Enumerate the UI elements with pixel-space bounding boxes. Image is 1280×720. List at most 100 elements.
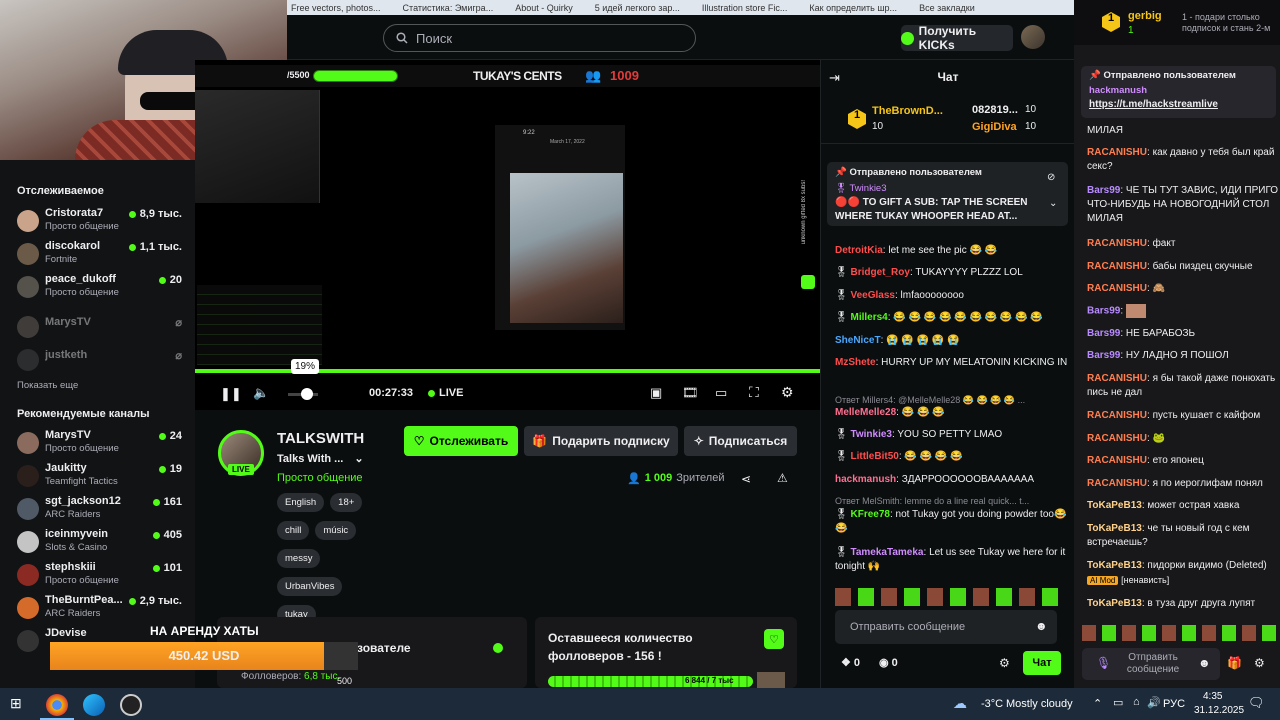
subscribe-button[interactable]: ✧ Подписаться — [684, 426, 797, 456]
sidebar-channel[interactable]: iceinmyvein Slots & Casino 405 — [17, 527, 187, 559]
fullscreen-icon[interactable]: ⛶ — [749, 384, 759, 401]
chat-settings-icon[interactable]: ⚙ — [999, 656, 1010, 670]
chat-user[interactable]: SheNiceT — [835, 335, 881, 346]
chat-user[interactable]: RACANISHU — [1087, 373, 1147, 384]
chat-user[interactable]: VeeGlass — [850, 290, 894, 301]
send-chat-button[interactable]: Чат — [1023, 651, 1061, 675]
chevron-down-icon[interactable]: ⌄ — [1049, 198, 1057, 209]
chat-user[interactable]: Twinkie3 — [850, 429, 892, 440]
emoji-icon[interactable]: ☻ — [1035, 619, 1048, 633]
chat-user[interactable]: RACANISHU — [1087, 147, 1147, 158]
clock-time[interactable]: 4:35 — [1203, 691, 1222, 702]
chat-user[interactable]: Bars99 — [1087, 350, 1120, 361]
chat-user[interactable]: ToKaPeB13 — [1087, 560, 1142, 571]
sidebar-channel[interactable]: peace_dukoff Просто общение 20 — [17, 272, 187, 304]
sidebar-channel[interactable]: Jaukitty Teamfight Tactics 19 — [17, 461, 187, 493]
chat-user[interactable]: RACANISHU — [1087, 283, 1147, 294]
chat-user[interactable]: Bars99 — [1087, 328, 1120, 339]
bookmark[interactable]: 5 идей легкого зар... — [595, 3, 680, 13]
heart-icon[interactable]: ♡ — [764, 629, 784, 649]
language-indicator[interactable]: РУС — [1163, 698, 1185, 710]
chrome-icon[interactable] — [46, 694, 68, 716]
chat-user[interactable]: Bridget_Roy — [850, 267, 909, 278]
emoji-icon[interactable]: ☻ — [1198, 656, 1211, 670]
sidebar-channel[interactable]: MarysTV Просто общение 24 — [17, 428, 187, 460]
video-player[interactable]: /5500 TUKAY'S CENTS 👥 1009 9:22 March 17… — [195, 60, 820, 410]
volume-icon[interactable]: 🔈 — [253, 385, 269, 401]
obs-icon[interactable] — [120, 694, 142, 716]
report-icon[interactable]: ⚠ — [777, 471, 788, 485]
settings-icon[interactable]: ⚙ — [1254, 656, 1265, 670]
channel-name[interactable]: TALKSWITH — [277, 430, 364, 447]
sidebar-channel[interactable]: TheBurntPea... ARC Raiders 2,9 тыс. — [17, 593, 187, 625]
unpin-icon[interactable]: ⊘ — [1047, 172, 1055, 183]
stream-title[interactable]: Talks With ... ⌄ — [277, 452, 364, 465]
sidebar-channel[interactable]: Cristorata7 Просто общение 8,9 тыс. — [17, 206, 187, 238]
tag[interactable]: chill — [277, 521, 310, 540]
search-input[interactable]: Поиск — [383, 24, 696, 52]
sidebar-channel[interactable]: discokarol Fortnite 1,1 тыс. — [17, 239, 187, 271]
clip-icon[interactable]: 🎞 — [682, 385, 699, 401]
kicks-counter[interactable]: ◉ 0 — [879, 656, 898, 669]
pinned-message[interactable]: 📌 Отправлено пользователем 🎖 Twinkie3 🔴🔴… — [827, 162, 1068, 226]
pause-button[interactable]: ❚❚ — [220, 386, 242, 402]
chat-user[interactable]: ToKaPeB13 — [1087, 598, 1142, 609]
bookmark[interactable]: About - Quirky — [515, 3, 573, 13]
sidebar-channel-offline[interactable]: MarysTV ⌀ — [17, 312, 187, 344]
chat-user[interactable]: RACANISHU — [1087, 410, 1147, 421]
chat-user[interactable]: TamekaTameka — [850, 547, 923, 558]
bookmark[interactable]: Free vectors, photos... — [291, 3, 381, 13]
tag[interactable]: English — [277, 493, 325, 512]
sidebar-channel[interactable]: stephskiii Просто общение 101 — [17, 560, 187, 592]
chat-user[interactable]: ToKaPeB13 — [1087, 500, 1142, 511]
show-more-link[interactable]: Показать еще — [17, 380, 78, 391]
emote-bar[interactable] — [835, 588, 1065, 606]
chat-input[interactable]: 🎙 Отправить сообщение ☻ — [1082, 648, 1220, 680]
weather-icon[interactable]: ☁ — [953, 695, 967, 712]
playback-progress[interactable] — [195, 369, 820, 373]
network-icon[interactable]: ⌂ — [1133, 696, 1140, 708]
share-icon[interactable]: ⋖ — [741, 472, 751, 486]
chat-user[interactable]: Bars99 — [1087, 185, 1120, 196]
bookmark[interactable]: Как определить шр... — [809, 3, 897, 13]
tag[interactable]: messy — [277, 549, 321, 568]
settings-icon[interactable]: ⚙ — [781, 384, 794, 401]
pip-icon[interactable]: ▣ — [650, 385, 662, 401]
tag[interactable]: UrbanVibes — [277, 577, 343, 596]
live-indicator[interactable]: LIVE — [428, 387, 463, 399]
emote-bar[interactable] — [1082, 625, 1278, 641]
chat-user[interactable]: RACANISHU — [1087, 455, 1147, 466]
chat-user[interactable]: RACANISHU — [1087, 238, 1147, 249]
tag[interactable]: 18+ — [330, 493, 363, 512]
user-avatar[interactable] — [1021, 25, 1045, 49]
bookmark[interactable]: Все закладки — [919, 3, 975, 13]
chat-user[interactable]: ToKaPeB13 — [1087, 523, 1142, 534]
chat-input[interactable]: Отправить сообщение ☻ — [835, 610, 1057, 644]
theater-icon[interactable]: ▭ — [715, 385, 727, 401]
bookmark[interactable]: Статистика: Эмигра... — [403, 3, 494, 13]
gift-sub-button[interactable]: 🎁 Подарить подписку — [524, 426, 678, 456]
notifications-icon[interactable]: 🗨 — [1248, 695, 1265, 711]
chat-user[interactable]: DetroitKia — [835, 245, 883, 256]
volume-icon[interactable]: 🔊 — [1147, 696, 1161, 709]
gift-icon[interactable]: 🎁 — [1227, 656, 1242, 670]
chat-user[interactable]: LittleBit50 — [850, 451, 898, 462]
chat-user[interactable]: KFree78 — [850, 509, 889, 520]
bookmark[interactable]: Illustration store Fic... — [702, 3, 788, 13]
points-counter[interactable]: ❖ 0 — [841, 656, 860, 669]
chat-user[interactable]: hackmanush — [835, 474, 896, 485]
sidebar-channel-offline[interactable]: justketh ⌀ — [17, 345, 187, 377]
mic-icon[interactable]: 🎙 — [1096, 656, 1111, 670]
volume-handle[interactable] — [301, 388, 313, 400]
tag[interactable]: músic — [315, 521, 357, 540]
chat-user[interactable]: RACANISHU — [1087, 478, 1147, 489]
chat-user[interactable]: Bars99 — [1087, 306, 1120, 317]
edge-icon[interactable] — [83, 694, 105, 716]
stream-category[interactable]: Просто общение — [277, 472, 363, 484]
windows-start-icon[interactable]: ⊞ — [10, 695, 22, 712]
chat-user[interactable]: RACANISHU — [1087, 261, 1147, 272]
chat-user[interactable]: RACANISHU — [1087, 433, 1147, 444]
pinned-link[interactable]: https://t.me/hackstreamlive — [1089, 99, 1218, 110]
pinned-message[interactable]: 📌 Отправлено пользователем hackmanush ht… — [1081, 66, 1276, 118]
chat-user[interactable]: MzShete — [835, 357, 876, 368]
